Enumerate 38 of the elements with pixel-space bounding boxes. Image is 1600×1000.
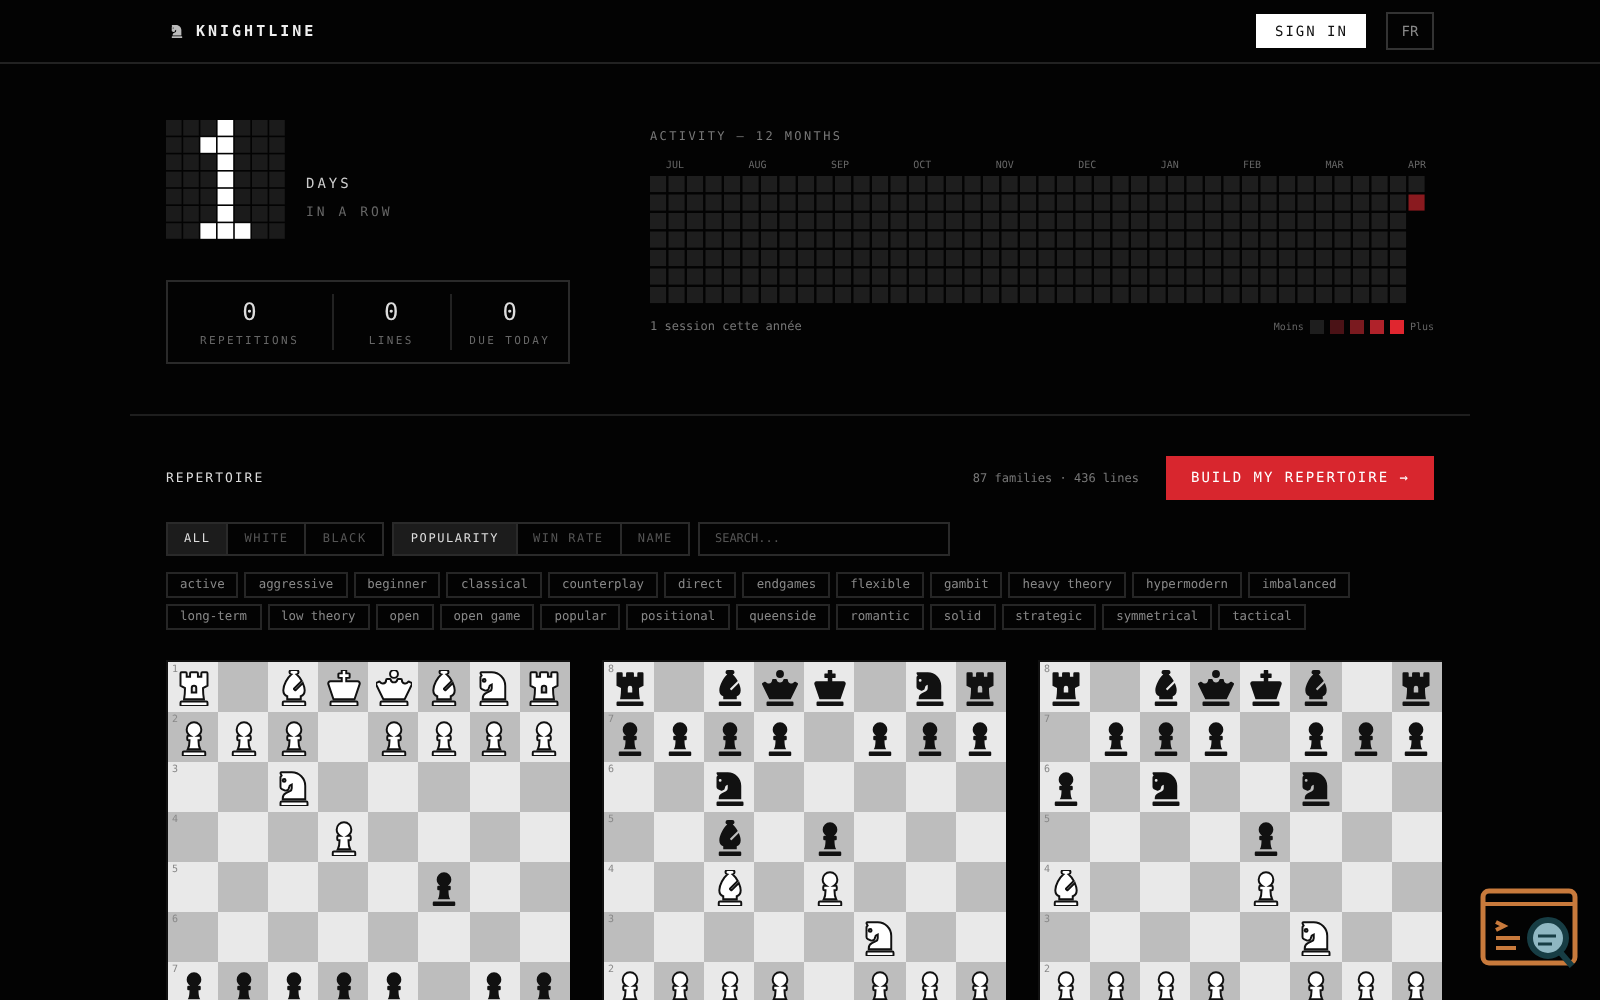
logo-knight-icon	[170, 24, 184, 38]
light-square[interactable]	[418, 712, 470, 762]
dark-square[interactable]	[1290, 662, 1342, 712]
console-search-icon[interactable]	[1480, 888, 1580, 972]
light-square[interactable]	[469, 962, 520, 1000]
legend-swatch	[1369, 320, 1384, 334]
light-square[interactable]	[1290, 912, 1342, 962]
dark-square[interactable]	[955, 962, 1006, 1000]
dark-square[interactable]	[218, 962, 269, 1000]
dark-square[interactable]	[1391, 962, 1442, 1000]
dark-square[interactable]	[1090, 962, 1141, 1000]
dark-square[interactable]	[1290, 762, 1342, 812]
light-square[interactable]	[368, 962, 419, 1000]
legend-swatch	[1329, 320, 1344, 334]
dark-square[interactable]	[1290, 962, 1342, 1000]
stat-value: 0	[502, 297, 517, 325]
stat-value: 0	[242, 297, 257, 325]
streak-digit-drawing	[166, 120, 286, 240]
legend-swatch	[1349, 320, 1364, 334]
light-square[interactable]	[1341, 962, 1392, 1000]
dark-square[interactable]	[854, 962, 906, 1000]
dark-square[interactable]	[654, 962, 705, 1000]
dark-square[interactable]	[318, 962, 369, 1000]
legend-swatch	[1389, 320, 1404, 334]
dark-square[interactable]	[754, 962, 805, 1000]
light-square[interactable]	[1290, 712, 1342, 762]
light-square[interactable]	[854, 912, 906, 962]
light-square[interactable]	[704, 962, 755, 1000]
dark-square[interactable]	[418, 662, 470, 712]
stat-value: 0	[384, 297, 399, 325]
light-square[interactable]	[268, 962, 319, 1000]
legend-swatch	[1309, 320, 1324, 334]
dark-square[interactable]	[1190, 962, 1241, 1000]
light-square[interactable]	[1140, 962, 1191, 1000]
light-square[interactable]	[905, 962, 956, 1000]
light-square[interactable]	[854, 712, 906, 762]
dark-square[interactable]	[418, 862, 470, 912]
dark-square[interactable]	[519, 962, 570, 1000]
